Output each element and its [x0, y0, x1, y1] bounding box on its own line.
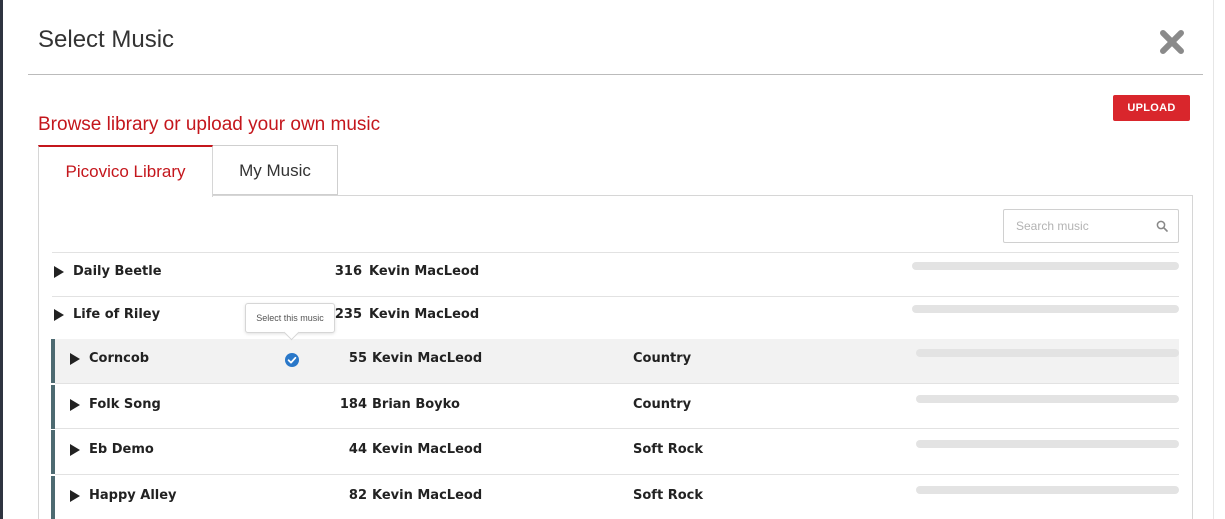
close-icon[interactable]	[1158, 28, 1186, 56]
track-play-count: 316	[334, 264, 362, 279]
tab-picovico-library[interactable]: Picovico Library	[38, 145, 213, 197]
track-genre: Soft Rock	[633, 488, 703, 503]
track-row[interactable]: Life of Riley 235 Kevin MacLeod	[52, 295, 1179, 339]
play-icon[interactable]	[54, 266, 64, 278]
track-play-count: 184	[339, 397, 367, 412]
track-name: Folk Song	[89, 397, 161, 412]
audio-progress-bar[interactable]	[916, 486, 1179, 494]
track-play-count: 44	[348, 442, 367, 457]
play-icon[interactable]	[54, 309, 64, 321]
track-artist: Kevin MacLeod	[369, 264, 480, 279]
track-name: Daily Beetle	[73, 264, 162, 279]
audio-progress-bar[interactable]	[912, 262, 1179, 270]
track-play-count: 82	[348, 488, 367, 503]
close-button[interactable]	[1158, 28, 1186, 56]
track-genre: Country	[633, 397, 692, 412]
track-name: Corncob	[89, 351, 150, 366]
track-artist: Kevin MacLeod	[372, 488, 483, 503]
row-divider	[55, 428, 1179, 429]
search-icon[interactable]	[1156, 220, 1168, 232]
track-row[interactable]: Happy Alley 82 Kevin MacLeod Soft Rock	[51, 476, 1179, 519]
track-artist: Kevin MacLeod	[369, 307, 480, 322]
play-icon[interactable]	[70, 399, 80, 411]
audio-progress-bar[interactable]	[916, 395, 1179, 403]
track-genre: Country	[633, 351, 692, 366]
track-row[interactable]: Corncob 55 Kevin MacLeod Country	[51, 339, 1179, 383]
modal-title: Select Music	[38, 26, 175, 53]
row-divider	[55, 383, 1179, 384]
tab-my-music[interactable]: My Music	[212, 145, 338, 195]
scrollbar[interactable]	[1213, 0, 1225, 519]
search-box[interactable]	[1003, 209, 1179, 243]
track-name: Happy Alley	[89, 488, 177, 503]
audio-progress-bar[interactable]	[916, 440, 1179, 448]
check-circle-icon[interactable]	[285, 353, 299, 367]
audio-progress-bar[interactable]	[916, 349, 1179, 357]
track-name: Eb Demo	[89, 442, 154, 457]
audio-progress-bar[interactable]	[912, 305, 1179, 313]
track-artist: Brian Boyko	[372, 397, 460, 412]
track-genre: Soft Rock	[633, 442, 703, 457]
play-icon[interactable]	[70, 444, 80, 456]
track-name: Life of Riley	[73, 307, 161, 322]
row-divider	[55, 474, 1179, 475]
select-tooltip: Select this music	[245, 303, 335, 333]
header-divider	[28, 74, 1203, 75]
play-icon[interactable]	[70, 490, 80, 502]
track-play-count: 55	[348, 351, 367, 366]
track-artist: Kevin MacLeod	[372, 442, 483, 457]
search-input[interactable]	[1004, 210, 1149, 242]
track-row[interactable]: Folk Song 184 Brian Boyko Country	[51, 385, 1179, 429]
browse-subtitle: Browse library or upload your own music	[38, 114, 381, 135]
track-row[interactable]: Daily Beetle 316 Kevin MacLeod	[52, 252, 1179, 296]
upload-button[interactable]: UPLOAD	[1113, 95, 1190, 121]
play-icon[interactable]	[70, 353, 80, 365]
track-row[interactable]: Eb Demo 44 Kevin MacLeod Soft Rock	[51, 430, 1179, 474]
track-artist: Kevin MacLeod	[372, 351, 483, 366]
background-page-edge	[0, 0, 3, 519]
